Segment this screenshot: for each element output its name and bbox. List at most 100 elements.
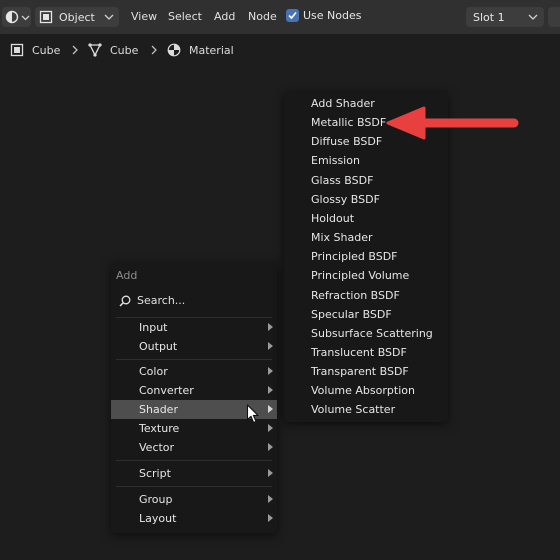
shader-item-transparent-bsdf[interactable]: Transparent BSDF bbox=[284, 362, 448, 381]
menu-item-label: Transparent BSDF bbox=[311, 365, 409, 378]
menu-item-label: Layout bbox=[139, 512, 177, 525]
shader-item-glossy-bsdf[interactable]: Glossy BSDF bbox=[284, 190, 448, 209]
search-icon bbox=[119, 295, 131, 307]
node-editor-header: Object View Select Add Node Use Nodes Sl… bbox=[0, 0, 560, 34]
menu-item-label: Translucent BSDF bbox=[311, 346, 407, 359]
node-editor-icon bbox=[5, 10, 19, 24]
use-nodes-checkbox[interactable] bbox=[286, 9, 299, 22]
add-menu-item-layout[interactable]: Layout bbox=[111, 509, 277, 528]
menu-select[interactable]: Select bbox=[168, 10, 202, 23]
checkmark-icon bbox=[288, 11, 297, 20]
menu-item-label: Volume Scatter bbox=[311, 403, 396, 416]
breadcrumb-label: Cube bbox=[32, 43, 61, 57]
menu-item-label: Vector bbox=[139, 441, 175, 454]
menu-item-label: Glossy BSDF bbox=[311, 193, 380, 206]
submenu-arrow-icon bbox=[268, 443, 273, 451]
add-menu: Add Search... Input Output Color Convert… bbox=[111, 263, 277, 533]
breadcrumb-item-object: Cube bbox=[10, 43, 60, 57]
add-menu-item-vector[interactable]: Vector bbox=[111, 438, 277, 457]
mesh-icon bbox=[88, 43, 102, 57]
object-icon bbox=[10, 43, 24, 57]
add-menu-item-input[interactable]: Input bbox=[111, 318, 277, 337]
mode-label: Object bbox=[59, 10, 95, 24]
shader-item-principled-bsdf[interactable]: Principled BSDF bbox=[284, 247, 448, 266]
menu-item-label: Group bbox=[139, 493, 173, 506]
shader-item-translucent-bsdf[interactable]: Translucent BSDF bbox=[284, 343, 448, 362]
shader-item-emission[interactable]: Emission bbox=[284, 151, 448, 170]
add-menu-item-converter[interactable]: Converter bbox=[111, 381, 277, 400]
submenu-arrow-icon bbox=[268, 424, 273, 432]
shader-item-glass-bsdf[interactable]: Glass BSDF bbox=[284, 171, 448, 190]
menu-item-label: Output bbox=[139, 340, 178, 353]
menu-item-label: Holdout bbox=[311, 212, 355, 225]
menu-item-label: Converter bbox=[139, 384, 194, 397]
menu-item-label: Emission bbox=[311, 154, 360, 167]
shader-item-volume-absorption[interactable]: Volume Absorption bbox=[284, 381, 448, 400]
menu-item-label: Metallic BSDF bbox=[311, 116, 387, 129]
mouse-cursor-icon bbox=[246, 404, 259, 424]
shader-item-refraction-bsdf[interactable]: Refraction BSDF bbox=[284, 286, 448, 305]
menu-view[interactable]: View bbox=[131, 10, 157, 23]
chevron-down-icon bbox=[528, 14, 538, 20]
chevron-down-icon bbox=[104, 14, 114, 20]
editor-type-selector[interactable] bbox=[2, 7, 31, 27]
menu-item-label: Diffuse BSDF bbox=[311, 135, 383, 148]
submenu-arrow-icon bbox=[268, 386, 273, 394]
menu-divider bbox=[116, 486, 272, 487]
submenu-arrow-icon bbox=[268, 323, 273, 331]
menu-item-label: Glass BSDF bbox=[311, 174, 374, 187]
menu-node[interactable]: Node bbox=[248, 10, 277, 23]
breadcrumb-item-material: Material bbox=[167, 43, 234, 57]
chevron-right-icon bbox=[151, 45, 157, 55]
menu-add[interactable]: Add bbox=[214, 10, 235, 23]
chevron-right-icon bbox=[72, 45, 78, 55]
submenu-arrow-icon bbox=[268, 342, 273, 350]
mode-dropdown[interactable]: Object bbox=[35, 7, 119, 27]
menu-item-label: Principled Volume bbox=[311, 269, 410, 282]
submenu-arrow-icon bbox=[268, 367, 273, 375]
menu-item-label: Specular BSDF bbox=[311, 308, 392, 321]
add-menu-item-script[interactable]: Script bbox=[111, 464, 277, 483]
menu-divider bbox=[116, 359, 272, 360]
header-overflow-button[interactable] bbox=[548, 7, 560, 27]
menu-item-label: Input bbox=[139, 321, 168, 334]
add-menu-item-output[interactable]: Output bbox=[111, 337, 277, 356]
menu-item-label: Script bbox=[139, 467, 171, 480]
slot-dropdown[interactable]: Slot 1 bbox=[466, 7, 544, 27]
menu-divider bbox=[116, 460, 272, 461]
shader-submenu: Add Shader Metallic BSDF Diffuse BSDF Em… bbox=[284, 92, 448, 422]
menu-item-label: Mix Shader bbox=[311, 231, 373, 244]
shader-item-specular-bsdf[interactable]: Specular BSDF bbox=[284, 305, 448, 324]
add-menu-item-color[interactable]: Color bbox=[111, 362, 277, 381]
add-menu-search[interactable]: Search... bbox=[113, 290, 273, 311]
shader-item-holdout[interactable]: Holdout bbox=[284, 209, 448, 228]
slot-label: Slot 1 bbox=[473, 10, 505, 24]
submenu-arrow-icon bbox=[268, 495, 273, 503]
menu-item-label: Color bbox=[139, 365, 168, 378]
menu-item-label: Shader bbox=[139, 403, 178, 416]
use-nodes-toggle[interactable]: Use Nodes bbox=[286, 9, 362, 22]
menu-item-label: Subsurface Scattering bbox=[311, 327, 433, 340]
submenu-arrow-icon bbox=[268, 469, 273, 477]
object-mode-icon bbox=[39, 10, 53, 24]
shader-item-volume-scatter[interactable]: Volume Scatter bbox=[284, 400, 448, 419]
menu-item-label: Principled BSDF bbox=[311, 250, 398, 263]
use-nodes-label: Use Nodes bbox=[303, 9, 362, 22]
search-placeholder: Search... bbox=[137, 294, 186, 307]
chevron-down-icon bbox=[21, 15, 30, 20]
menu-item-label: Add Shader bbox=[311, 97, 375, 110]
submenu-arrow-icon bbox=[268, 405, 273, 413]
breadcrumb-item-mesh: Cube bbox=[88, 43, 138, 57]
add-menu-item-group[interactable]: Group bbox=[111, 490, 277, 509]
breadcrumb-label: Material bbox=[189, 43, 234, 57]
add-menu-title: Add bbox=[116, 269, 138, 282]
shader-item-mix-shader[interactable]: Mix Shader bbox=[284, 228, 448, 247]
shader-item-subsurface-scattering[interactable]: Subsurface Scattering bbox=[284, 324, 448, 343]
submenu-arrow-icon bbox=[268, 514, 273, 522]
menu-item-label: Volume Absorption bbox=[311, 384, 415, 397]
material-icon bbox=[167, 43, 181, 57]
shader-item-principled-volume[interactable]: Principled Volume bbox=[284, 266, 448, 285]
breadcrumb: Cube Cube Material bbox=[0, 36, 560, 64]
breadcrumb-label: Cube bbox=[110, 43, 139, 57]
menu-item-label: Refraction BSDF bbox=[311, 289, 400, 302]
